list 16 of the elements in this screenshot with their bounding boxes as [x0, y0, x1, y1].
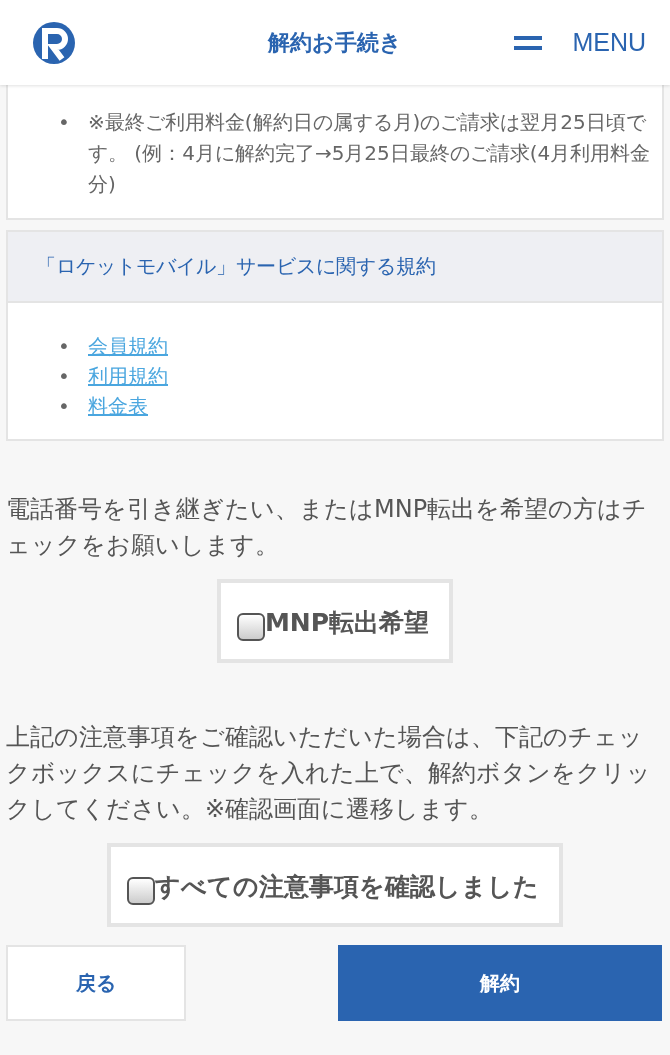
mnp-checkbox[interactable]: MNP転出希望: [216, 579, 454, 663]
bullet-mark: •: [58, 333, 70, 360]
page-title: 解約お手続き: [266, 28, 404, 57]
back-button[interactable]: 戻る: [6, 945, 186, 1021]
bullet-mark: •: [58, 393, 70, 420]
confirm-instruction: 上記の注意事項をご確認いただいた場合は、下記のチェックボックスにチェックを入れた上で、解約ボタンをクリックしてください。※確認画面に遷移します。: [6, 722, 652, 825]
menu-label[interactable]: MENU: [572, 28, 646, 57]
mnp-instruction: 電話番号を引き継ぎたい、またはMNP転出を希望の方はチェックをお願いします。: [6, 494, 649, 561]
bullet-mark: •: [58, 363, 70, 390]
menu-icon[interactable]: [514, 35, 543, 50]
terms-heading: 「ロケットモバイル」サービスに関する規約: [8, 232, 662, 303]
note-text: ※最終ご利用料金(解約日の属する月)のご請求は翌月25日頃です。 (例：4月に解約完了→5月25日最終のご請求(4月利用料金分): [88, 109, 652, 198]
confirm-checkbox[interactable]: すべての注意事項を確認しました: [107, 843, 563, 927]
cancel-contract-button[interactable]: 解約: [338, 945, 662, 1021]
logo-icon[interactable]: [32, 20, 76, 65]
bullet-mark: •: [58, 109, 70, 136]
